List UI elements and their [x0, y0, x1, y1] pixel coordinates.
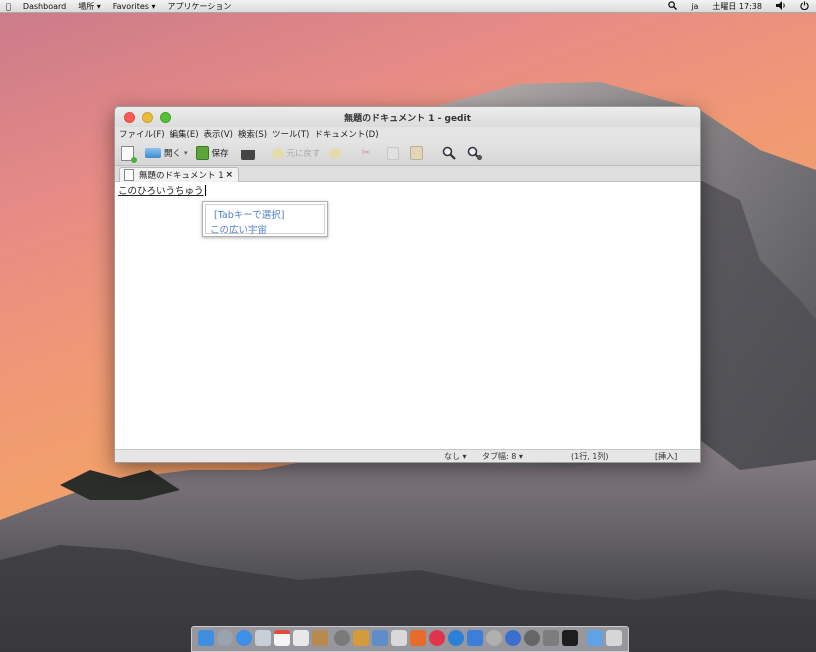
- gedit-window: 無題のドキュメント 1 - gedit ファイル(F) 編集(E) 表示(V) …: [114, 106, 701, 463]
- save-button-label: 保存: [211, 149, 229, 159]
- calendar-icon[interactable]: [274, 630, 290, 646]
- menubar-item-favorites[interactable]: Favorites ▾: [107, 2, 162, 11]
- top-menubar:  Dashboard 場所 ▾ Favorites ▾ アプリケーション ja…: [0, 0, 816, 13]
- power-icon[interactable]: [793, 0, 816, 12]
- printer-icon: [240, 146, 255, 160]
- app-store-icon[interactable]: [448, 630, 464, 646]
- input-language-indicator[interactable]: ja: [684, 2, 705, 11]
- volume-icon[interactable]: [769, 0, 793, 12]
- contacts-icon[interactable]: [312, 630, 328, 646]
- spotlight-search-icon[interactable]: [661, 0, 684, 12]
- apple-menu-icon[interactable]: : [0, 2, 17, 11]
- cursor-position: (1行, 1列): [571, 452, 609, 461]
- redo-button[interactable]: [328, 148, 344, 158]
- copy-icon: [386, 146, 399, 160]
- itunes-icon[interactable]: [429, 630, 445, 646]
- notes-icon[interactable]: [293, 630, 309, 646]
- text-editor-area[interactable]: このひろいうちゅう [Tabキーで選択] この広い宇宙: [115, 182, 700, 447]
- candidate-list: [Tabキーで選択] この広い宇宙: [205, 204, 325, 236]
- folder-icon: [145, 148, 161, 158]
- preedit-text: このひろいうちゅう: [118, 185, 206, 197]
- gear-icon[interactable]: [524, 630, 540, 646]
- save-button[interactable]: 保存: [195, 146, 229, 160]
- clock-icon[interactable]: [486, 630, 502, 646]
- photos-icon[interactable]: [353, 630, 369, 646]
- menubar-item-applications[interactable]: アプリケーション: [161, 1, 237, 12]
- find-replace-icon: [467, 146, 482, 161]
- document-tab[interactable]: 無題のドキュメント 1 ×: [119, 167, 239, 182]
- open-button[interactable]: 開く ▾: [145, 147, 188, 159]
- window-controls: [124, 111, 171, 123]
- minimize-window-button[interactable]: [142, 111, 153, 123]
- finder-icon[interactable]: [198, 630, 214, 646]
- dock: [191, 626, 629, 652]
- candidate-item[interactable]: この広い宇宙: [210, 222, 267, 236]
- find-replace-button[interactable]: [467, 146, 484, 161]
- menu-documents[interactable]: ドキュメント(D): [314, 128, 382, 140]
- new-document-button[interactable]: [121, 145, 137, 163]
- chevron-down-icon[interactable]: ▾: [184, 149, 188, 157]
- undo-button[interactable]: 元に戻す: [271, 147, 321, 159]
- preview-icon[interactable]: [255, 630, 271, 646]
- safari-icon[interactable]: [236, 630, 252, 646]
- system-preferences-icon[interactable]: [372, 630, 388, 646]
- ime-candidate-popup: [Tabキーで選択] この広い宇宙: [202, 201, 328, 237]
- text-caret: [204, 185, 206, 196]
- cut-button[interactable]: ✂: [362, 146, 379, 160]
- syntax-language-selector[interactable]: なし ▾: [444, 451, 467, 462]
- document-icon: [124, 169, 134, 181]
- network-icon[interactable]: [505, 630, 521, 646]
- maximize-window-button[interactable]: [160, 111, 171, 123]
- find-button[interactable]: [442, 146, 459, 160]
- menubar-item-dashboard[interactable]: Dashboard: [17, 2, 72, 11]
- candidate-hint: [Tabキーで選択]: [214, 210, 285, 221]
- new-document-icon: [121, 145, 137, 163]
- terminal-icon[interactable]: [562, 630, 578, 646]
- menubar-item-places[interactable]: 場所 ▾: [72, 1, 107, 12]
- photo-booth-icon[interactable]: [334, 630, 350, 646]
- close-tab-icon[interactable]: ×: [225, 170, 233, 180]
- save-icon: [195, 146, 209, 160]
- paste-icon: [409, 146, 423, 160]
- menu-file[interactable]: ファイル(F): [119, 128, 169, 140]
- menubar-clock[interactable]: 土曜日 17:38: [705, 1, 769, 12]
- toolbar: 開く ▾ 保存 元に戻す ✂: [115, 141, 700, 166]
- menu-tools[interactable]: ツール(T): [272, 128, 313, 140]
- textedit-icon[interactable]: [391, 630, 407, 646]
- window-title: 無題のドキュメント 1 - gedit: [344, 113, 471, 124]
- undo-button-label: 元に戻す: [286, 149, 321, 159]
- trash-icon[interactable]: [606, 630, 622, 646]
- launchpad-icon[interactable]: [217, 630, 233, 646]
- downloads-folder-icon[interactable]: [587, 630, 603, 646]
- document-tab-label: 無題のドキュメント 1: [139, 171, 224, 181]
- window-titlebar[interactable]: 無題のドキュメント 1 - gedit: [115, 107, 700, 127]
- facetime-icon[interactable]: [467, 630, 483, 646]
- close-window-button[interactable]: [124, 111, 135, 123]
- print-button[interactable]: [240, 146, 258, 160]
- ibooks-icon[interactable]: [410, 630, 426, 646]
- menu-view[interactable]: 表示(V): [204, 128, 237, 140]
- redo-icon: [328, 148, 341, 158]
- statusbar: なし ▾ タブ幅: 8 ▾ (1行, 1列) [挿入]: [115, 449, 700, 462]
- menu-edit[interactable]: 編集(E): [170, 128, 203, 140]
- copy-button[interactable]: [386, 146, 402, 160]
- search-icon: [442, 146, 456, 160]
- tab-width-selector[interactable]: タブ幅: 8 ▾: [482, 451, 523, 462]
- undo-icon: [271, 148, 284, 158]
- paste-button[interactable]: [409, 146, 426, 160]
- insert-mode-indicator: [挿入]: [655, 452, 678, 461]
- app-menubar: ファイル(F) 編集(E) 表示(V) 検索(S) ツール(T) ドキュメント(…: [115, 127, 700, 141]
- open-button-label: 開く: [164, 149, 182, 159]
- script-icon[interactable]: [543, 630, 559, 646]
- menu-search[interactable]: 検索(S): [238, 128, 271, 140]
- document-tabbar: 無題のドキュメント 1 ×: [115, 166, 700, 182]
- scissors-icon: ✂: [361, 146, 371, 159]
